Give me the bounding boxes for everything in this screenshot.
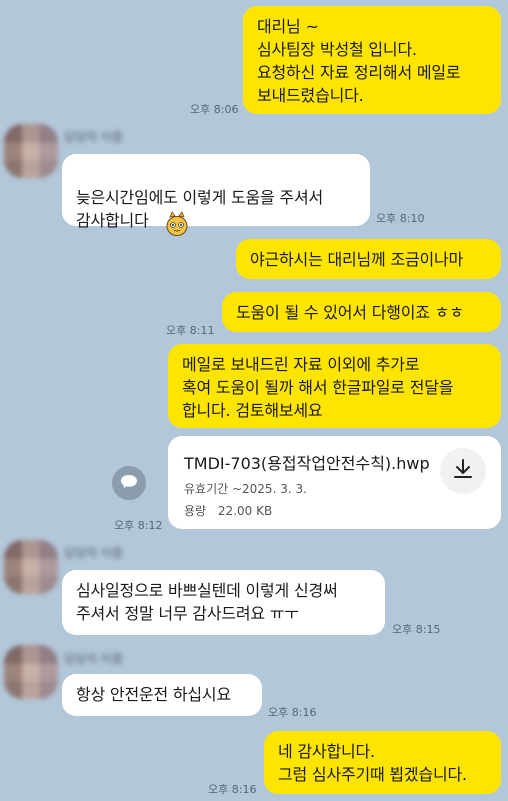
- file-name[interactable]: TMDI-703(용접작업안전수칙).hwp: [184, 450, 430, 474]
- download-button[interactable]: [440, 448, 486, 494]
- file-size-label: 용량: [184, 504, 207, 518]
- message-timestamp: 오후 8:10: [376, 212, 425, 225]
- message-timestamp: 오후 8:12: [114, 519, 163, 532]
- share-button[interactable]: [112, 466, 146, 500]
- avatar[interactable]: [4, 645, 58, 699]
- download-icon: [452, 458, 474, 484]
- message-timestamp: 오후 8:16: [268, 706, 317, 719]
- message-bubble-incoming[interactable]: 늦은시간임에도 이렇게 도움을 주셔서 감사합니다: [62, 154, 370, 236]
- sender-name: 담당자 이름: [64, 652, 124, 666]
- message-bubble-incoming[interactable]: 항상 안전운전 하십시요: [62, 674, 262, 716]
- message-bubble-outgoing[interactable]: 네 감사합니다. 그럼 심사주기때 뵙겠습니다.: [264, 731, 501, 794]
- file-size: 22.00 KB: [217, 504, 273, 518]
- message-timestamp: 오후 8:06: [190, 103, 239, 116]
- share-icon: [120, 473, 138, 493]
- avatar[interactable]: [4, 540, 58, 594]
- message-timestamp: 오후 8:11: [166, 324, 215, 337]
- sender-name: 담당자 이름: [64, 130, 124, 144]
- file-expiry: 유효기간 ~2025. 3. 3.: [184, 482, 307, 496]
- message-timestamp: 오후 8:15: [392, 623, 441, 636]
- message-bubble-outgoing[interactable]: 야근하시는 대리님께 조금이나마: [236, 239, 501, 279]
- message-bubble-outgoing[interactable]: 대리님 ~ 심사팀장 박성철 입니다. 요청하신 자료 정리해서 메일로 보내드…: [243, 6, 501, 114]
- message-text: 늦은시간임에도 이렇게 도움을 주셔서 감사합니다: [76, 188, 323, 230]
- file-attachment-card[interactable]: TMDI-703(용접작업안전수칙).hwp 유효기간 ~2025. 3. 3.…: [168, 436, 501, 529]
- avatar[interactable]: [4, 124, 58, 178]
- message-bubble-outgoing[interactable]: 도움이 될 수 있어서 다행이죠 ㅎㅎ: [222, 292, 501, 332]
- message-timestamp: 오후 8:16: [208, 783, 257, 796]
- message-bubble-incoming[interactable]: 심사일정으로 바쁘실텐데 이렇게 신경써 주셔서 정말 너무 감사드려요 ㅠㅜ: [62, 570, 385, 635]
- sender-name: 담당자 이름: [64, 546, 124, 560]
- message-bubble-outgoing[interactable]: 메일로 보내드린 자료 이외에 추가로 혹여 도움이 될까 해서 한글파일로 전…: [168, 344, 501, 428]
- emoticon-icon: [165, 188, 189, 236]
